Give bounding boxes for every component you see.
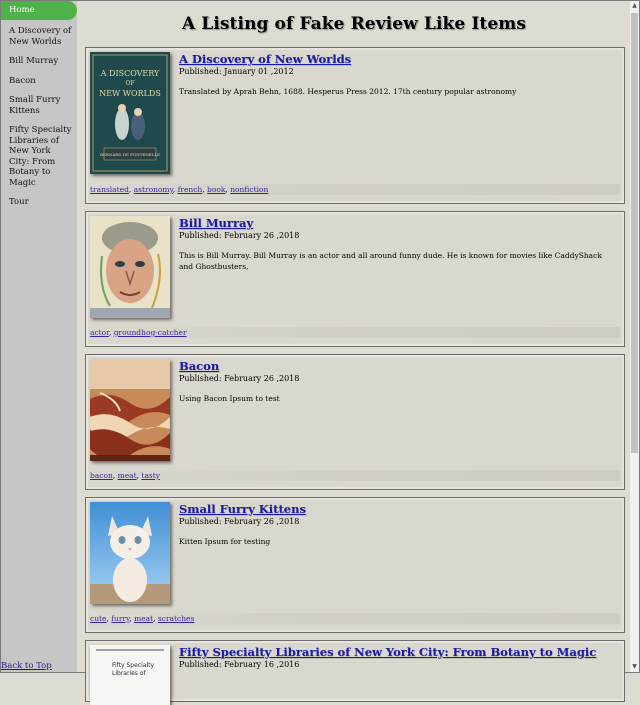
card-title-link[interactable]: Bacon (179, 359, 618, 373)
scroll-up-arrow-icon[interactable]: ▲ (630, 1, 639, 11)
card-body: A Discovery of New Worlds Published: Jan… (179, 52, 618, 97)
book-cover-fifty-libraries-image[interactable]: Fifty Specialty Libraries of (90, 645, 170, 705)
cover-title-line1: A DISCOVERY (100, 69, 160, 78)
card-description: Kitten Ipsum for testing (179, 537, 271, 546)
cover-author: BERNARD DE FONTENELLE (100, 152, 160, 157)
card-date: Published: February 26 ,2018 (179, 517, 300, 526)
sidebar-item-tour[interactable]: Tour (1, 197, 77, 208)
review-card: Fifty Specialty Libraries of Fifty Speci… (85, 640, 625, 705)
card-title-link[interactable]: Small Furry Kittens (179, 502, 618, 516)
scroll-down-arrow-icon[interactable]: ▼ (630, 662, 639, 672)
card-date: Published: January 01 ,2012 (179, 67, 294, 76)
cover-title-line3: NEW WORLDS (99, 89, 161, 98)
main-content: A Listing of Fake Review Like Items A DI… (78, 1, 630, 705)
card-body: Small Furry Kittens Published: February … (179, 502, 618, 547)
page-title: A Listing of Fake Review Like Items (181, 14, 527, 34)
tag-link[interactable]: actor (90, 328, 109, 337)
tag-link[interactable]: meat (118, 471, 137, 480)
kitten-photo-image[interactable] (90, 502, 170, 604)
card-description: Using Bacon Ipsum to test (179, 394, 280, 403)
tag-list: actor, groundhog-catcher (90, 327, 620, 338)
card-description: This is Bill Murray. Bill Murray is an a… (179, 251, 602, 271)
tag-link[interactable]: nonfiction (230, 185, 268, 194)
tag-list: cute, furry, meat, scratches (90, 613, 620, 624)
tag-link[interactable]: groundhog-catcher (114, 328, 187, 337)
card-date: Published: February 16 ,2016 (179, 660, 300, 669)
sidebar: Home A Discovery of New Worlds Bill Murr… (1, 1, 77, 672)
tag-link[interactable]: french (178, 185, 203, 194)
tag-link[interactable]: meat (134, 614, 153, 623)
scrollbar-thumb[interactable] (631, 13, 638, 453)
back-to-top-link[interactable]: Back to Top (1, 661, 52, 671)
card-date: Published: February 26 ,2018 (179, 374, 300, 383)
card-title-link[interactable]: A Discovery of New Worlds (179, 52, 618, 66)
bacon-photo-image[interactable] (90, 359, 170, 461)
card-body: Fifty Specialty Libraries of New York Ci… (179, 645, 618, 670)
tag-list: bacon, meat, tasty (90, 470, 620, 481)
card-body: Bill Murray Published: February 26 ,2018… (179, 216, 618, 272)
tag-link[interactable]: cute (90, 614, 106, 623)
card-description: Translated by Aprah Behn, 1688. Hesperus… (179, 87, 517, 96)
review-card: Bacon Published: February 26 ,2018 Using… (85, 354, 625, 490)
tag-link[interactable]: furry (111, 614, 129, 623)
cover-text-line2: Libraries of (112, 670, 146, 677)
cover-title-line2: OF (125, 80, 134, 87)
bill-murray-painting-image[interactable] (90, 216, 170, 318)
tag-link[interactable]: translated (90, 185, 129, 194)
sidebar-item-bacon[interactable]: Bacon (1, 76, 77, 87)
tag-link[interactable]: tasty (141, 471, 160, 480)
sidebar-item-kittens[interactable]: Small Furry Kittens (1, 95, 77, 116)
sidebar-item-libraries[interactable]: Fifty Specialty Libraries of New York Ci… (1, 125, 77, 188)
book-cover-discovery-image[interactable]: A DISCOVERY OF NEW WORLDS BERNARD DE FON… (90, 52, 170, 174)
vertical-scrollbar[interactable]: ▲ ▼ (630, 1, 639, 672)
sidebar-item-discovery[interactable]: A Discovery of New Worlds (1, 26, 77, 47)
review-card: Bill Murray Published: February 26 ,2018… (85, 211, 625, 347)
tag-link[interactable]: astronomy (134, 185, 173, 194)
tag-link[interactable]: bacon (90, 471, 113, 480)
card-title-link[interactable]: Bill Murray (179, 216, 618, 230)
review-card: Small Furry Kittens Published: February … (85, 497, 625, 633)
tag-link[interactable]: book (207, 185, 225, 194)
review-card: A DISCOVERY OF NEW WORLDS BERNARD DE FON… (85, 47, 625, 204)
card-title-link[interactable]: Fifty Specialty Libraries of New York Ci… (179, 645, 618, 659)
sidebar-item-home[interactable]: Home (1, 1, 77, 20)
sidebar-item-bill-murray[interactable]: Bill Murray (1, 56, 77, 67)
cover-text-line1: Fifty Specialty (112, 662, 154, 669)
tag-list: translated, astronomy, french, book, non… (90, 184, 620, 195)
card-body: Bacon Published: February 26 ,2018 Using… (179, 359, 618, 404)
card-date: Published: February 26 ,2018 (179, 231, 300, 240)
tag-link[interactable]: scratches (158, 614, 194, 623)
